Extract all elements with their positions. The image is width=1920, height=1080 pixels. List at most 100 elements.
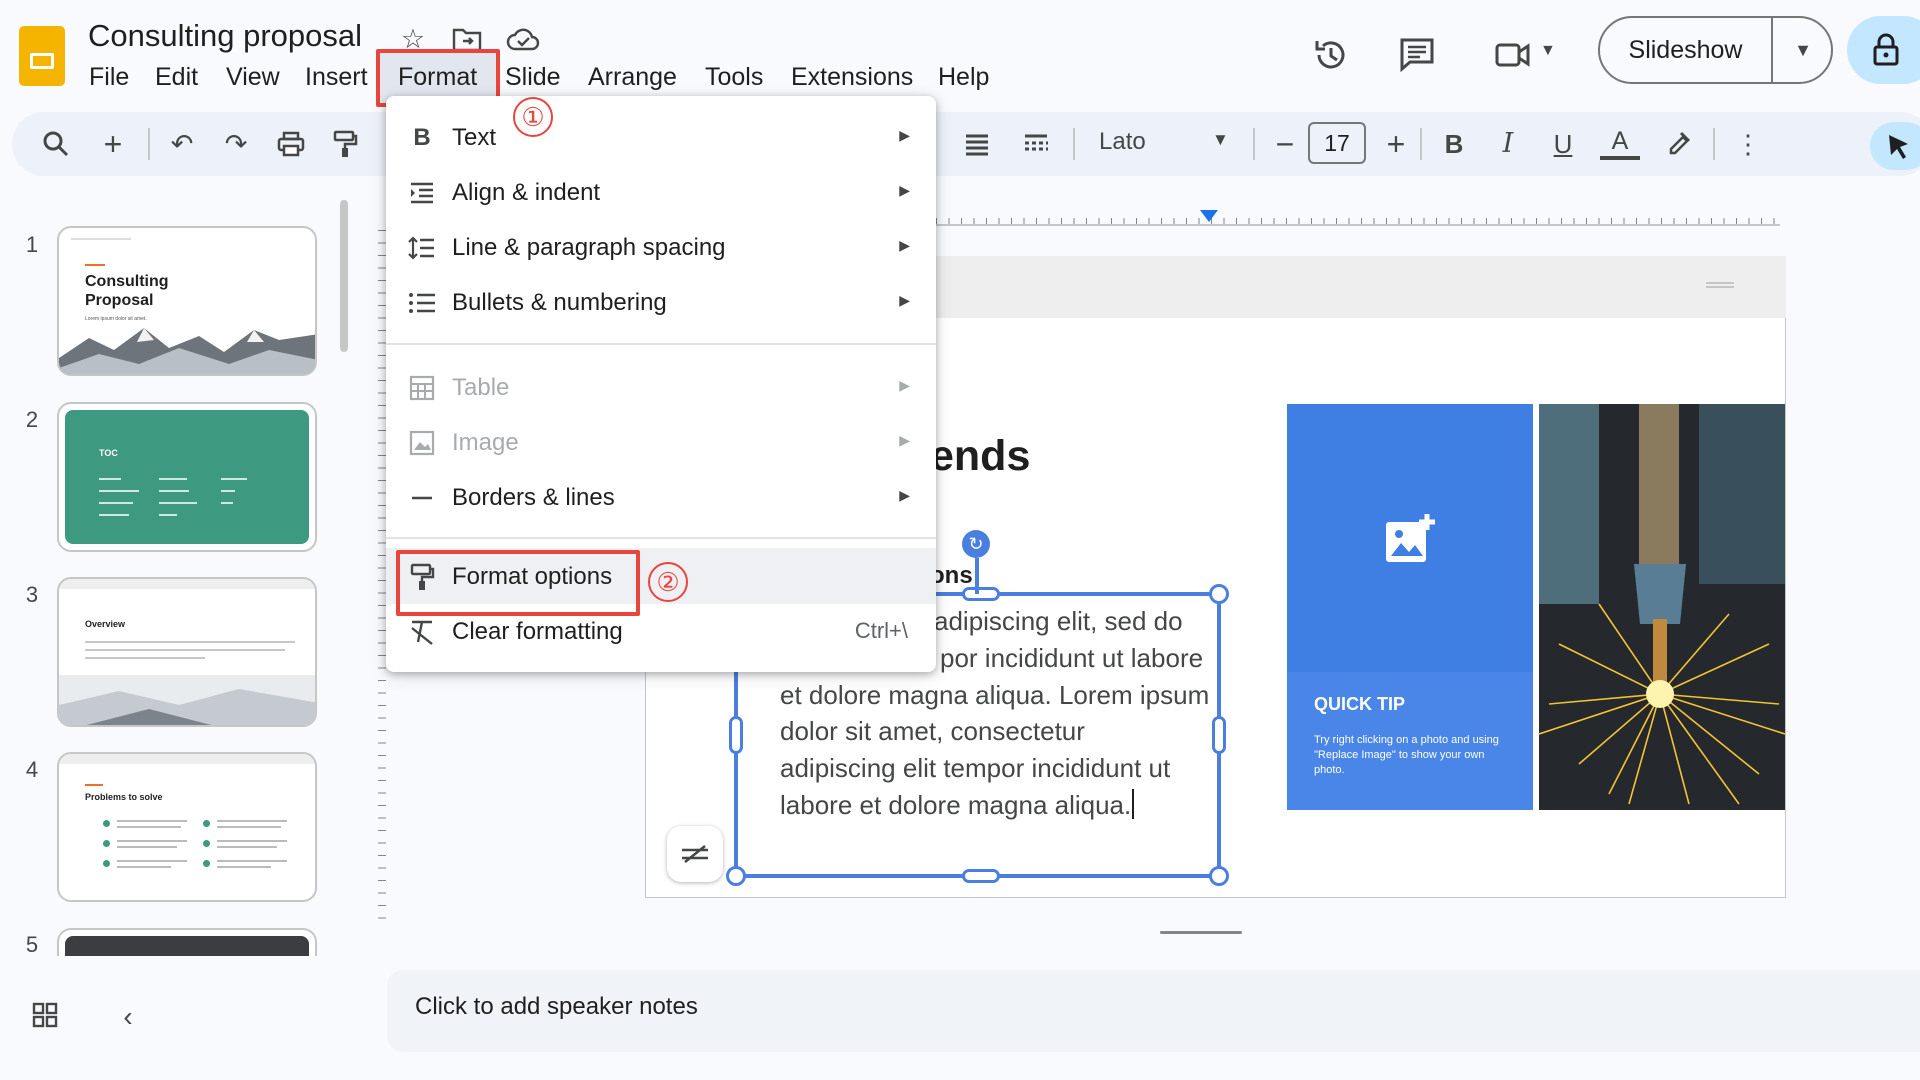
horizontal-ruler[interactable] — [936, 208, 1780, 226]
speaker-notes-placeholder[interactable]: Click to add speaker notes — [415, 993, 698, 1021]
checklist-icon[interactable] — [1016, 126, 1056, 162]
menu-item-image[interactable]: Image ▶ — [386, 416, 936, 470]
underline-icon[interactable]: U — [1543, 126, 1583, 162]
undo-icon[interactable]: ↶ — [162, 126, 202, 162]
submenu-arrow-icon: ▶ — [899, 127, 910, 143]
slide-thumbnail-3[interactable]: Overview — [57, 577, 317, 727]
menu-view[interactable]: View — [226, 62, 280, 92]
select-mode-button[interactable] — [1870, 122, 1920, 170]
slideshow-label[interactable]: Slideshow — [1600, 18, 1773, 82]
slide-subheading[interactable]: ons: — [930, 562, 981, 590]
meet-caret-icon[interactable]: ▼ — [1540, 42, 1556, 60]
grid-view-icon[interactable] — [30, 1002, 60, 1032]
italic-icon[interactable]: I — [1488, 126, 1528, 162]
slide-thumbnail-5[interactable] — [57, 928, 317, 956]
step-badge-2: ② — [648, 562, 688, 602]
menu-item-label: Line & paragraph spacing — [452, 234, 726, 261]
collapse-filmstrip-icon[interactable]: ‹ — [116, 1002, 140, 1032]
snow-image — [59, 675, 315, 725]
font-dropdown-icon[interactable]: ▼ — [1212, 130, 1229, 150]
slide-thumbnail-4[interactable]: Problems to solve — [57, 752, 317, 902]
menu-item-label: Bullets & numbering — [452, 289, 667, 316]
menu-item-bullets-numbering[interactable]: Bullets & numbering ▶ — [386, 276, 936, 330]
menu-insert[interactable]: Insert — [305, 62, 368, 92]
submenu-arrow-icon: ▶ — [899, 182, 910, 198]
rotate-stem — [975, 558, 979, 594]
bold-icon[interactable]: B — [1434, 126, 1474, 162]
comments-icon[interactable] — [1392, 30, 1442, 80]
thumb-title: Consulting Proposal — [85, 273, 169, 309]
rotate-handle-icon[interactable]: ↻ — [962, 530, 990, 558]
lock-icon — [1873, 33, 1899, 66]
menu-item-label: Image — [452, 429, 519, 456]
welding-sparks-image[interactable] — [1539, 404, 1785, 810]
menu-item-label: Clear formatting — [452, 618, 623, 645]
redo-icon[interactable]: ↷ — [216, 126, 256, 162]
print-icon[interactable] — [271, 126, 311, 162]
bold-icon: B — [413, 124, 431, 151]
notes-resize-handle[interactable] — [1160, 931, 1242, 934]
increase-font-size-icon[interactable]: + — [1376, 126, 1416, 162]
resize-handle[interactable] — [1209, 866, 1229, 886]
document-title[interactable]: Consulting proposal — [88, 18, 362, 54]
font-family-select[interactable]: Lato — [1099, 128, 1146, 156]
menu-item-text[interactable]: B Text ▶ — [386, 111, 936, 165]
line-spacing-toolbar-icon[interactable] — [957, 126, 997, 162]
menu-tools[interactable]: Tools — [705, 62, 763, 92]
slide-title[interactable]: ends — [930, 432, 1030, 481]
more-options-icon[interactable]: ⋮ — [1728, 126, 1768, 162]
font-size-input[interactable]: 17 — [1308, 122, 1366, 164]
text-color-icon[interactable]: A — [1600, 126, 1640, 160]
filmstrip-scrollbar[interactable] — [340, 200, 348, 352]
mountain-image — [59, 328, 315, 374]
menu-arrange[interactable]: Arrange — [588, 62, 677, 92]
paint-format-icon[interactable] — [325, 126, 365, 162]
indent-marker-icon[interactable] — [1200, 210, 1218, 222]
quick-tip-text: Try right clicking on a photo and using … — [1314, 734, 1499, 776]
menu-edit[interactable]: Edit — [155, 62, 198, 92]
menu-item-label: Table — [452, 374, 510, 401]
slideshow-dropdown-icon[interactable]: ▼ — [1775, 18, 1831, 82]
toolbar-divider — [1073, 128, 1075, 160]
resize-handle[interactable] — [962, 587, 1000, 601]
search-menus-icon[interactable] — [36, 126, 76, 162]
resize-handle[interactable] — [726, 866, 746, 886]
meet-video-icon[interactable] — [1488, 30, 1538, 80]
clear-formatting-icon — [406, 616, 438, 648]
menu-item-table[interactable]: Table ▶ — [386, 361, 936, 415]
resize-handle[interactable] — [1212, 716, 1226, 754]
share-button[interactable] — [1847, 16, 1920, 84]
slideshow-button[interactable]: Slideshow ▼ — [1598, 16, 1833, 84]
version-history-icon[interactable] — [1306, 30, 1356, 80]
menu-divider — [386, 343, 936, 345]
menu-file[interactable]: File — [89, 62, 129, 92]
menu-item-label: Align & indent — [452, 179, 601, 206]
thumb-title: Overview — [85, 619, 126, 629]
menu-item-align-indent[interactable]: Align & indent ▶ — [386, 166, 936, 220]
vertical-ruler[interactable] — [372, 230, 386, 920]
resize-handle[interactable] — [1209, 584, 1229, 604]
decrease-font-size-icon[interactable]: − — [1265, 126, 1305, 162]
menu-item-line-spacing[interactable]: Line & paragraph spacing ▶ — [386, 221, 936, 275]
resize-handle[interactable] — [729, 716, 743, 754]
menu-format[interactable]: Format — [398, 62, 477, 92]
thumb-title: TOC — [99, 448, 118, 458]
bulleted-list-icon — [406, 287, 438, 319]
menu-item-borders-lines[interactable]: Borders & lines ▶ — [386, 471, 936, 525]
slides-logo-icon[interactable] — [19, 26, 65, 86]
toolbar-divider — [1713, 128, 1715, 160]
align-indent-icon — [406, 177, 438, 209]
add-photo-icon[interactable] — [1383, 512, 1439, 568]
highlight-color-icon[interactable] — [1659, 126, 1699, 162]
resize-handle[interactable] — [962, 869, 1000, 883]
slide-thumbnail-2[interactable]: TOC — [57, 402, 317, 552]
slide-thumbnail-1[interactable]: Consulting Proposal Lorem ipsum dolor si… — [57, 226, 317, 376]
cloud-saved-icon[interactable] — [506, 22, 540, 56]
menu-extensions[interactable]: Extensions — [791, 62, 913, 92]
slide-number: 1 — [25, 232, 39, 257]
line-spacing-icon — [406, 232, 438, 264]
menu-slide[interactable]: Slide — [505, 62, 561, 92]
menu-help[interactable]: Help — [938, 62, 989, 92]
new-slide-icon[interactable]: + — [93, 126, 133, 162]
clear-format-floating-icon[interactable] — [667, 826, 723, 882]
